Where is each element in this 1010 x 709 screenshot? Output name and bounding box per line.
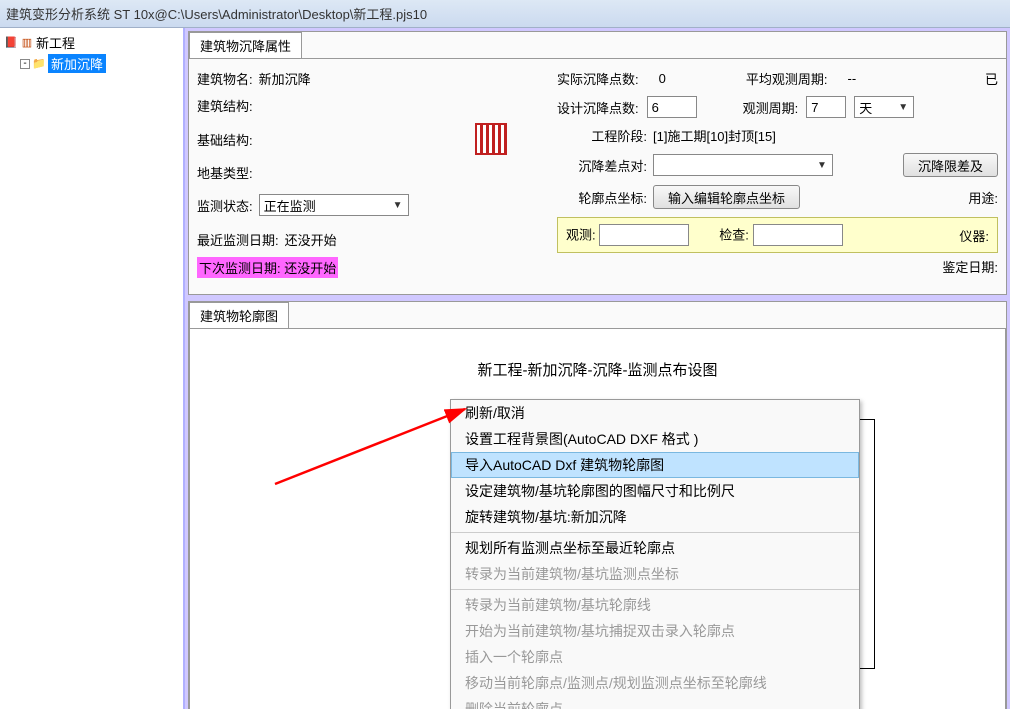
- tree-root-label: 新工程: [36, 33, 75, 52]
- label-obs: 观测:: [566, 228, 596, 243]
- folder-icon: 📁: [32, 57, 46, 71]
- menu-plan-all[interactable]: 规划所有监测点坐标至最近轮廓点: [451, 535, 859, 561]
- menu-separator: [451, 532, 859, 533]
- label-building-name: 建筑物名:: [197, 69, 253, 88]
- menu-separator: [451, 589, 859, 590]
- menu-import-dxf[interactable]: 导入AutoCAD Dxf 建筑物轮廓图: [451, 452, 859, 478]
- main-area: 建筑物沉降属性 建筑物名: 新加沉降 建筑结构: 基础结构:: [185, 28, 1010, 709]
- dropdown-status[interactable]: 正在监测 ▼: [259, 194, 409, 216]
- chevron-down-icon: ▼: [895, 102, 911, 113]
- label-next-date: 下次监测日期: 还没开始: [197, 257, 338, 278]
- button-limit[interactable]: 沉降限差及: [903, 153, 998, 177]
- label-obs-period: 观测周期:: [743, 98, 799, 117]
- menu-insert-pt: 插入一个轮廓点: [451, 644, 859, 670]
- label-avg-period: 平均观测周期:: [746, 69, 828, 88]
- tab-properties[interactable]: 建筑物沉降属性: [189, 32, 302, 58]
- menu-move-pt: 移动当前轮廓点/监测点/规划监测点坐标至轮廓线: [451, 670, 859, 696]
- menu-refresh[interactable]: 刷新/取消: [451, 400, 859, 426]
- title-bar: 建筑变形分析系统 ST 10x@C:\Users\Administrator\D…: [0, 0, 1010, 28]
- value-avg-period: --: [847, 71, 856, 86]
- label-foundation: 基础结构:: [197, 130, 253, 149]
- dropdown-diff[interactable]: ▼: [653, 154, 833, 176]
- properties-panel: 建筑物沉降属性 建筑物名: 新加沉降 建筑结构: 基础结构:: [188, 31, 1007, 295]
- chevron-down-icon: ▼: [814, 160, 830, 171]
- context-menu: 刷新/取消 设置工程背景图(AutoCAD DXF 格式 ) 导入AutoCAD…: [450, 399, 860, 709]
- menu-set-scale[interactable]: 设定建筑物/基坑轮廓图的图幅尺寸和比例尺: [451, 478, 859, 504]
- input-check[interactable]: [753, 224, 843, 246]
- tree-child[interactable]: - 📁 新加沉降: [4, 53, 179, 74]
- input-obs-period[interactable]: [806, 96, 846, 118]
- label-diff: 沉降差点对:: [557, 156, 647, 175]
- menu-delete-pt: 删除当前轮廓点: [451, 696, 859, 709]
- label-appr: 鉴定日期:: [942, 257, 998, 276]
- label-actual-pts: 实际沉降点数:: [557, 69, 639, 88]
- menu-rotate[interactable]: 旋转建筑物/基坑:新加沉降: [451, 504, 859, 530]
- book-icon: 📕: [4, 36, 18, 50]
- menu-transcribe-coords: 转录为当前建筑物/基坑监测点坐标: [451, 561, 859, 587]
- label-structure: 建筑结构:: [197, 96, 253, 115]
- dropdown-unit[interactable]: 天 ▼: [854, 96, 914, 118]
- tab-outline[interactable]: 建筑物轮廓图: [189, 302, 289, 328]
- menu-start-capture: 开始为当前建筑物/基坑捕捉双击录入轮廓点: [451, 618, 859, 644]
- value-phase: [1]施工期[10]封顶[15]: [653, 126, 776, 145]
- value-recent-date: 还没开始: [285, 230, 337, 249]
- label-contour: 轮廓点坐标:: [557, 188, 647, 207]
- label-done: 已: [985, 69, 998, 88]
- app-title: 建筑变形分析系统 ST 10x@C:\Users\Administrator\D…: [6, 7, 427, 22]
- button-contour[interactable]: 输入编辑轮廓点坐标: [653, 185, 800, 209]
- label-phase: 工程阶段:: [557, 126, 647, 145]
- tree-root[interactable]: 📕 ▥ 新工程: [4, 32, 179, 53]
- menu-transcribe-outline: 转录为当前建筑物/基坑轮廓线: [451, 592, 859, 618]
- input-obs[interactable]: [599, 224, 689, 246]
- tree-child-label: 新加沉降: [48, 54, 106, 73]
- tree-collapse-icon[interactable]: -: [20, 59, 30, 69]
- label-status: 监测状态:: [197, 196, 253, 215]
- label-geo: 地基类型:: [197, 163, 253, 182]
- chevron-down-icon: ▼: [390, 200, 406, 211]
- menu-set-bg[interactable]: 设置工程背景图(AutoCAD DXF 格式 ): [451, 426, 859, 452]
- yellow-strip: 观测: 检查: 仪器:: [557, 217, 998, 253]
- building-icon[interactable]: [475, 123, 507, 155]
- value-building-name: 新加沉降: [259, 69, 311, 88]
- label-purpose: 用途:: [968, 188, 998, 207]
- label-recent-date: 最近监测日期:: [197, 230, 279, 249]
- label-check: 检查:: [719, 228, 749, 243]
- label-instr: 仪器:: [959, 226, 989, 245]
- input-design-pts[interactable]: [647, 96, 697, 118]
- building-small-icon: ▥: [20, 36, 34, 50]
- label-design-pts: 设计沉降点数:: [557, 98, 639, 117]
- project-tree: 📕 ▥ 新工程 - 📁 新加沉降: [0, 28, 185, 709]
- value-actual-pts: 0: [659, 71, 666, 86]
- outline-panel: 建筑物轮廓图 新工程-新加沉降-沉降-监测点布设图 刷新/取消 设置工程背景图(…: [188, 301, 1007, 709]
